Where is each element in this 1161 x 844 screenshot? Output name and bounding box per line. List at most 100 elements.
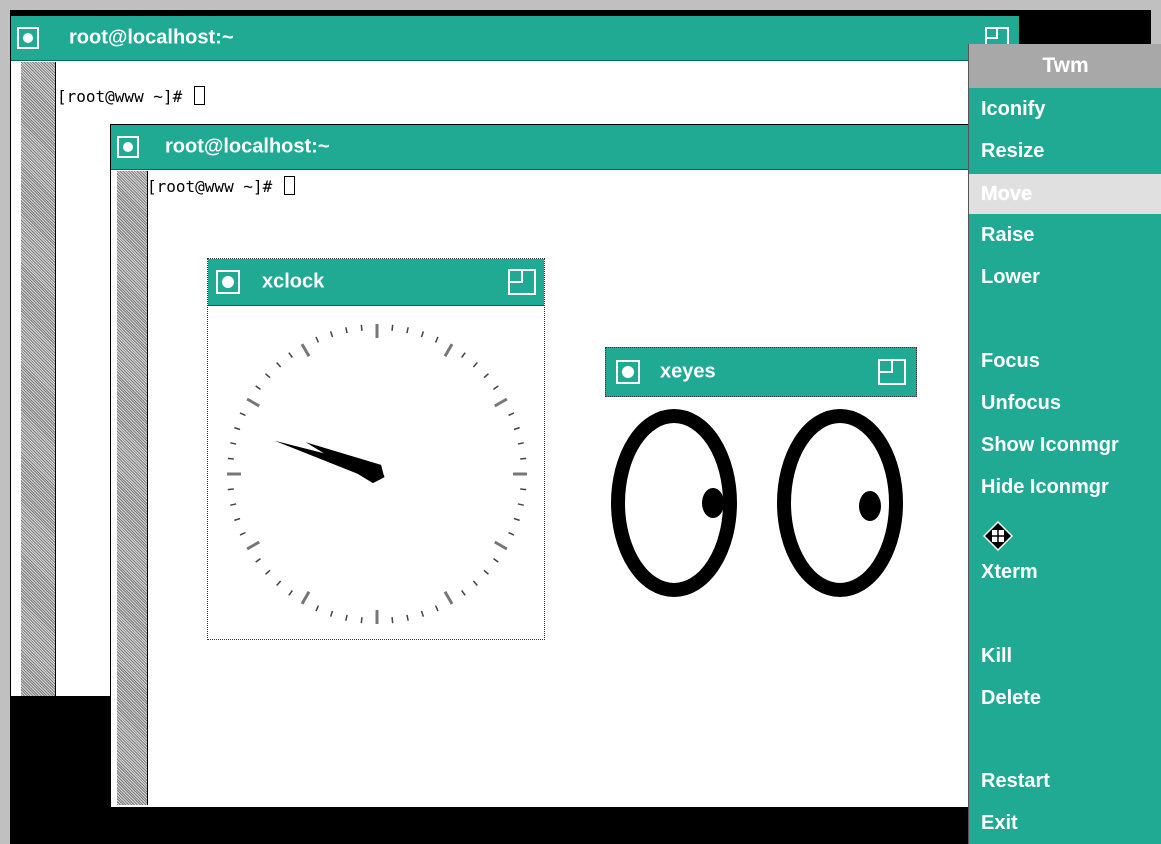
clock-tick xyxy=(391,324,394,331)
clock-tick xyxy=(360,617,363,624)
text-cursor xyxy=(193,86,205,105)
clock-tick xyxy=(420,331,425,338)
menu-item-xterm[interactable]: Xterm xyxy=(969,552,1161,592)
clock-tick xyxy=(493,558,499,563)
titlebar[interactable]: root@localhost:~ xyxy=(11,16,1019,61)
window-menu-icon[interactable] xyxy=(117,136,139,158)
scrollbar[interactable] xyxy=(117,171,148,805)
clock-tick xyxy=(461,352,466,358)
menu-item-raise[interactable]: Raise xyxy=(969,215,1161,255)
clock-tick xyxy=(315,605,320,612)
clock-tick xyxy=(246,397,260,408)
clock-tick xyxy=(288,352,293,358)
clock-tick xyxy=(265,373,271,379)
titlebar[interactable]: root@localhost:~ xyxy=(111,125,979,170)
xclock-window[interactable]: xclock xyxy=(207,258,545,640)
clock-tick xyxy=(329,610,334,617)
clock-tick xyxy=(508,412,515,417)
menu-item-unfocus[interactable]: Unfocus xyxy=(969,383,1161,423)
window-title: root@localhost:~ xyxy=(165,135,330,158)
clock-tick xyxy=(329,331,334,338)
clock-tick xyxy=(227,457,234,460)
scrollbar[interactable] xyxy=(21,62,56,696)
clock-tick xyxy=(246,540,260,551)
window-title: xclock xyxy=(262,270,325,293)
clock-tick xyxy=(493,385,499,390)
clock-tick xyxy=(472,580,478,586)
prompt-text: [root@www ~]# xyxy=(147,177,282,196)
window-title: root@localhost:~ xyxy=(69,26,234,49)
menu-item-exit[interactable]: Exit xyxy=(969,803,1161,843)
clock-tick xyxy=(434,336,439,343)
right-pupil xyxy=(859,491,881,521)
clock-tick xyxy=(300,343,311,357)
clock-tick xyxy=(360,324,363,331)
clock-tick xyxy=(472,362,478,368)
text-cursor xyxy=(283,176,295,195)
clock-tick xyxy=(443,591,454,605)
terminal-line[interactable]: [root@www ~]# xyxy=(147,176,295,196)
clock-tick xyxy=(483,373,489,379)
clock-tick xyxy=(494,540,508,551)
menu-item-restart[interactable]: Restart xyxy=(969,761,1161,801)
minute-hand xyxy=(274,440,385,481)
clock-tick xyxy=(265,569,271,575)
window-menu-icon[interactable] xyxy=(616,360,640,384)
clock-tick xyxy=(345,614,348,621)
clock-tick xyxy=(230,442,237,445)
clock-tick xyxy=(406,327,409,334)
clock-tick xyxy=(255,385,261,390)
menu-item-focus[interactable]: Focus xyxy=(969,341,1161,381)
menu-item-lower[interactable]: Lower xyxy=(969,257,1161,297)
menu-item-delete[interactable]: Delete xyxy=(969,678,1161,718)
menu-item-kill[interactable]: Kill xyxy=(969,636,1161,676)
titlebar[interactable]: xeyes xyxy=(605,347,917,397)
menu-item-move[interactable]: Move xyxy=(969,174,1161,214)
clock-tick xyxy=(517,503,524,506)
clock-tick xyxy=(508,531,515,536)
clock-tick xyxy=(520,457,527,460)
clock-tick xyxy=(288,590,293,596)
clock-tick xyxy=(276,362,282,368)
clock-tick xyxy=(443,343,454,357)
menu-item-show-iconmgr[interactable]: Show Iconmgr xyxy=(969,425,1161,465)
left-pupil xyxy=(702,488,724,518)
move-cursor-icon xyxy=(983,521,1013,551)
clock-tick xyxy=(230,503,237,506)
clock-tick xyxy=(406,614,409,621)
twm-root-menu[interactable]: Twm Iconify Resize Move Raise Lower Focu… xyxy=(968,44,1161,844)
window-menu-icon[interactable] xyxy=(216,270,240,294)
xeyes-window[interactable]: xeyes xyxy=(605,347,917,609)
resize-icon[interactable] xyxy=(878,359,906,385)
menu-title: Twm xyxy=(969,44,1161,88)
resize-icon[interactable] xyxy=(508,269,536,295)
clock-tick xyxy=(513,517,520,522)
clock-tick xyxy=(239,531,246,536)
window-menu-icon[interactable] xyxy=(17,27,39,49)
clock-tick xyxy=(520,488,527,491)
clock-tick xyxy=(494,397,508,408)
clock-tick xyxy=(513,426,520,431)
clock-tick xyxy=(345,327,348,334)
menu-item-iconify[interactable]: Iconify xyxy=(969,89,1161,129)
clock-tick xyxy=(420,610,425,617)
clock-tick xyxy=(315,336,320,343)
titlebar[interactable]: xclock xyxy=(208,259,544,306)
terminal-line[interactable]: [root@www ~]# xyxy=(57,86,205,106)
clock-tick xyxy=(239,412,246,417)
window-title: xeyes xyxy=(660,360,716,383)
menu-item-hide-iconmgr[interactable]: Hide Iconmgr xyxy=(969,467,1161,507)
clock-face xyxy=(227,324,527,624)
clock-tick xyxy=(517,442,524,445)
clock-tick xyxy=(461,590,466,596)
clock-tick xyxy=(391,617,394,624)
clock-tick xyxy=(234,517,241,522)
clock-tick xyxy=(300,591,311,605)
eyes xyxy=(611,409,903,597)
clock-tick xyxy=(434,605,439,612)
menu-item-resize[interactable]: Resize xyxy=(969,131,1161,171)
clock-tick xyxy=(255,558,261,563)
clock-tick xyxy=(483,569,489,575)
clock-tick xyxy=(234,426,241,431)
clock-tick xyxy=(276,580,282,586)
